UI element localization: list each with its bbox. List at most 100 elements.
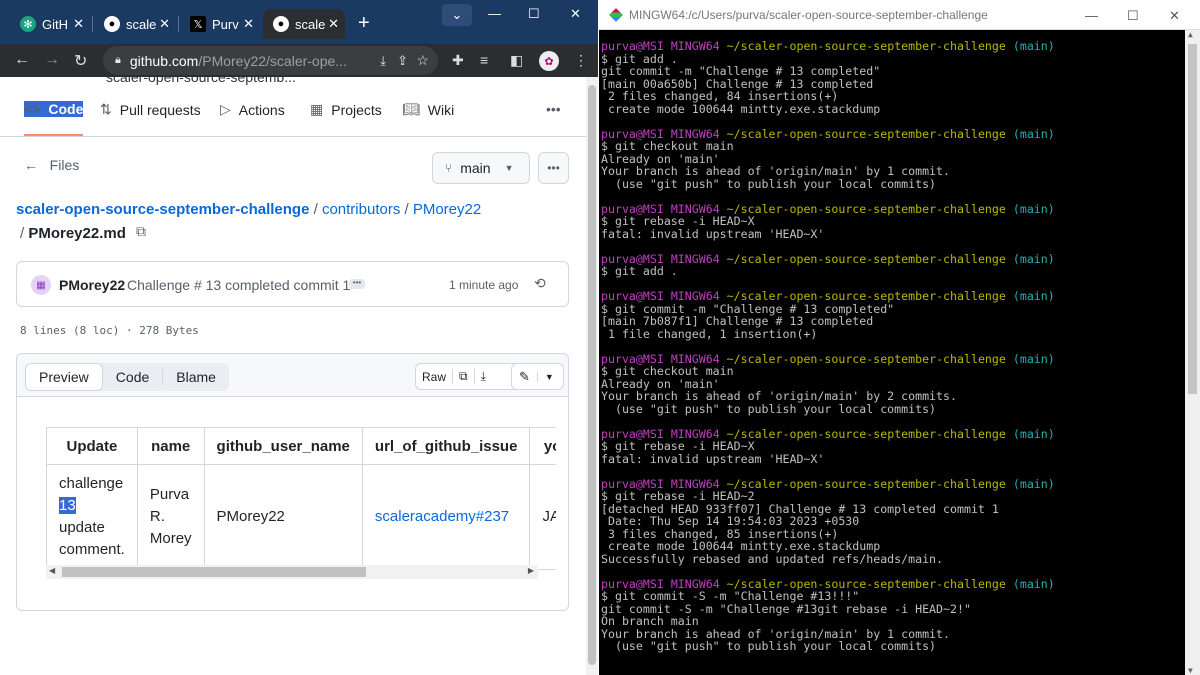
close-icon[interactable]: ✕ bbox=[73, 16, 84, 32]
commit-expand-button[interactable]: ••• bbox=[349, 279, 365, 289]
minimize-icon[interactable]: — bbox=[488, 6, 501, 21]
close-icon[interactable]: ✕ bbox=[159, 16, 170, 32]
table-horizontal-scrollbar[interactable]: ◀ ▶ bbox=[46, 565, 538, 579]
reload-icon[interactable]: ↻ bbox=[74, 51, 87, 71]
pencil-icon[interactable]: ✎ bbox=[512, 369, 537, 385]
file-meta: 8 lines (8 loc) · 278 Bytes bbox=[20, 324, 199, 337]
new-tab-button[interactable]: + bbox=[358, 12, 370, 35]
terminal-command: $ git checkout main bbox=[601, 364, 734, 378]
copy-icon[interactable]: ⧉ bbox=[452, 369, 474, 384]
files-toggle[interactable]: ← Files bbox=[24, 157, 79, 173]
back-arrow-icon: ← bbox=[24, 157, 38, 173]
copy-path-icon[interactable]: ⧉ bbox=[136, 223, 146, 240]
extensions-icon[interactable]: ✚ bbox=[452, 52, 464, 69]
maximize-icon[interactable]: ☐ bbox=[528, 6, 540, 22]
close-icon[interactable]: ✕ bbox=[243, 16, 254, 32]
terminal-titlebar: MINGW64:/c/Users/purva/scaler-open-sourc… bbox=[599, 0, 1200, 30]
tab-wiki[interactable]: 📖︎ Wiki bbox=[402, 101, 454, 118]
table-icon: ▦ bbox=[310, 101, 324, 117]
table-header: github_user_name bbox=[203, 427, 363, 465]
history-icon[interactable]: ⟲ bbox=[534, 275, 546, 292]
bookmark-star-icon[interactable]: ☆ bbox=[416, 52, 429, 69]
forward-arrow-icon[interactable]: → bbox=[44, 51, 60, 69]
tab-label: Purv bbox=[212, 16, 239, 32]
terminal-scrollbar[interactable]: ▲ ▼ bbox=[1185, 30, 1200, 675]
tab-actions[interactable]: ▷ Actions bbox=[220, 101, 285, 118]
prompt-branch: (main) bbox=[1012, 426, 1055, 441]
user-avatar[interactable]: ▦ bbox=[31, 275, 51, 295]
caret-down-icon[interactable]: ▼ bbox=[536, 371, 561, 382]
prompt-system: MINGW64 bbox=[670, 39, 720, 53]
table-cell-issue: scaleracademy#237 bbox=[361, 464, 531, 570]
tab-projects[interactable]: ▦ Projects bbox=[310, 101, 382, 118]
prompt-path: ~/scaler-open-source-september-challenge bbox=[726, 476, 1006, 491]
terminal-output[interactable]: purva@MSI MINGW64 ~/scaler-open-source-s… bbox=[601, 40, 1185, 653]
scroll-down-icon[interactable]: ▼ bbox=[1188, 666, 1193, 675]
prompt-path: ~/scaler-open-source-september-challenge bbox=[726, 426, 1006, 441]
breadcrumb-user[interactable]: PMorey22 bbox=[413, 201, 481, 218]
repo-nav: <> Code ⇅ Pull requests ▷ Actions ▦ Projects… bbox=[0, 91, 586, 137]
tab-x-purva[interactable]: 𝕏 Purv ✕ bbox=[180, 9, 260, 39]
prompt-system: MINGW64 bbox=[670, 251, 720, 266]
repo-title-peek: scaler-open-source-septemb... bbox=[106, 77, 296, 85]
file-name: PMorey22.md bbox=[28, 225, 126, 242]
scroll-right-icon[interactable]: ▶ bbox=[528, 566, 534, 575]
tab-chatgpt[interactable]: ✻ GitH ✕ bbox=[10, 9, 90, 39]
scroll-left-icon[interactable]: ◀ bbox=[49, 566, 55, 575]
scrollbar-thumb[interactable] bbox=[1188, 44, 1197, 394]
maximize-icon[interactable]: ☐ bbox=[1127, 8, 1139, 24]
scrollbar-thumb[interactable] bbox=[62, 567, 366, 577]
minimize-icon[interactable]: — bbox=[1085, 8, 1098, 23]
prompt-path: ~/scaler-open-source-september-challenge bbox=[726, 201, 1006, 216]
scrollbar-thumb[interactable] bbox=[588, 85, 596, 665]
more-options-button[interactable]: ••• bbox=[538, 152, 569, 184]
commit-message[interactable]: Challenge # 13 completed commit 1 bbox=[127, 277, 350, 293]
tab-pull-requests[interactable]: ⇅ Pull requests bbox=[100, 101, 201, 118]
share-icon[interactable]: ⇪ bbox=[397, 53, 408, 69]
breadcrumb-contributors[interactable]: contributors bbox=[322, 201, 400, 218]
view-mode-switch: Preview Code Blame bbox=[25, 363, 229, 391]
preview-tab[interactable]: Preview bbox=[25, 363, 103, 391]
caret-down-icon: ▼ bbox=[504, 163, 514, 173]
branch-selector[interactable]: ⑂ main ▼ bbox=[432, 152, 530, 184]
github-icon: ● bbox=[104, 16, 120, 32]
prompt-branch: (main) bbox=[1012, 351, 1055, 366]
back-arrow-icon[interactable]: ← bbox=[14, 51, 30, 69]
code-tab[interactable]: Code bbox=[103, 363, 162, 391]
table-cell-truncated: JA' bbox=[529, 464, 556, 570]
terminal-command: $ git rebase -i HEAD~X bbox=[601, 439, 755, 453]
table-cell-username: PMorey22 bbox=[203, 464, 363, 570]
install-icon[interactable]: ⤓ bbox=[380, 53, 386, 69]
commit-author[interactable]: PMorey22 bbox=[59, 277, 125, 293]
download-icon[interactable]: ⤓ bbox=[473, 369, 492, 384]
profile-avatar[interactable]: ✿ bbox=[539, 51, 559, 71]
close-icon[interactable]: ✕ bbox=[328, 16, 339, 32]
tab-actions-label: Actions bbox=[238, 101, 285, 118]
close-window-icon[interactable]: ✕ bbox=[570, 6, 581, 22]
tab-search-icon[interactable]: ⌄ bbox=[442, 4, 472, 26]
terminal-title: MINGW64:/c/Users/purva/scaler-open-sourc… bbox=[629, 7, 988, 22]
tab-code[interactable]: <> Code bbox=[24, 101, 84, 136]
tab-github-scaler[interactable]: ● scale ✕ bbox=[94, 9, 176, 39]
menu-kebab-icon[interactable]: ⋮ bbox=[574, 52, 588, 69]
breadcrumb-repo[interactable]: scaler-open-source-september-challenge bbox=[16, 201, 309, 218]
commit-time: 1 minute ago bbox=[449, 278, 519, 292]
tab-github-active[interactable]: ● scale ✕ bbox=[263, 9, 345, 39]
lock-icon: 🔒︎ bbox=[115, 54, 121, 66]
address-bar-row: ← → ↻ 🔒︎ github.com/PMorey22/scaler-ope.… bbox=[0, 44, 598, 77]
url-input[interactable]: 🔒︎ github.com/PMorey22/scaler-ope... ⤓ ⇪… bbox=[103, 46, 438, 75]
blame-tab[interactable]: Blame bbox=[163, 363, 229, 391]
close-window-icon[interactable]: ✕ bbox=[1169, 8, 1180, 24]
media-controls-icon[interactable]: ≡ bbox=[480, 52, 488, 68]
side-panel-icon[interactable]: ◧ bbox=[510, 52, 523, 69]
table-cell-name: Purva R. Morey bbox=[136, 464, 205, 570]
tab-strip: ✻ GitH ✕ ● scale ✕ 𝕏 Purv ✕ ● scale ✕ + … bbox=[0, 0, 598, 44]
branch-icon: ⑂ bbox=[445, 161, 453, 175]
scroll-up-icon[interactable]: ▲ bbox=[1188, 30, 1193, 39]
raw-button[interactable]: Raw bbox=[416, 370, 452, 384]
terminal-output-line: Date: Thu Sep 14 19:54:03 2023 +0530 bbox=[601, 514, 860, 528]
breadcrumb: scaler-open-source-september-challenge /… bbox=[16, 201, 482, 218]
more-tabs-icon[interactable]: ••• bbox=[546, 101, 561, 117]
issue-link[interactable]: scaleracademy#237 bbox=[375, 508, 509, 525]
page-vertical-scrollbar[interactable] bbox=[586, 77, 598, 675]
